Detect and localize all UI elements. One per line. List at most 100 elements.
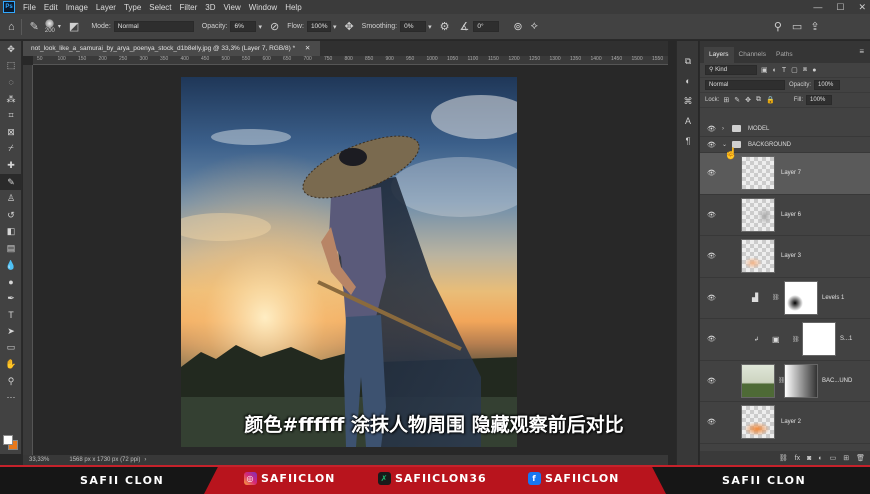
visibility-eye-icon[interactable]: 👁 [707,294,716,302]
clone-stamp-tool-icon[interactable]: ♙ [0,190,22,207]
lasso-tool-icon[interactable]: ◌ [0,74,22,91]
opacity-field[interactable]: 6% [230,21,257,32]
layer-row[interactable]: 👁 Layer 6 [700,195,870,236]
home-icon[interactable]: ⌂ [8,21,15,33]
move-tool-icon[interactable]: ✥ [0,41,22,58]
shape-filter-icon[interactable]: ▢ [791,66,798,74]
smart-object-filter-icon[interactable]: ⧈ [803,66,807,74]
layer-mask-thumbnail[interactable] [802,322,836,357]
layer-style-fx-icon[interactable]: fx [795,455,800,462]
visibility-eye-icon[interactable]: 👁 [707,377,716,385]
minimize-button[interactable]: — [813,0,822,14]
blur-tool-icon[interactable]: 💧 [0,257,22,274]
symmetry-icon[interactable]: ⟡ [531,20,538,33]
menu-edit[interactable]: Edit [40,3,62,12]
crop-tool-icon[interactable]: ⌗ [0,107,22,124]
link-icon[interactable]: ⛓ [772,294,780,301]
add-mask-icon[interactable]: ◙ [807,455,811,462]
delete-layer-icon[interactable]: 🗑 [856,454,865,462]
adjustments-panel-icon[interactable]: ◐ [677,71,699,91]
visibility-eye-icon[interactable]: 👁 [707,335,716,343]
lock-position-icon[interactable]: ✥ [745,96,751,104]
marquee-tool-icon[interactable]: ⬚ [0,58,22,75]
eyedropper-tool-icon[interactable]: ⌿ [0,141,22,158]
chevron-right-icon[interactable]: › [722,126,724,132]
close-tab-icon[interactable]: ✕ [305,45,310,52]
brush-tool-icon[interactable]: ✎ [0,173,22,191]
filter-kind-select[interactable]: ⚲ Kind [705,65,757,75]
frame-tool-icon[interactable]: ⊠ [0,124,22,141]
type-filter-icon[interactable]: T [782,67,786,74]
tab-channels[interactable]: Channels [734,47,771,63]
menu-image[interactable]: Image [62,3,92,12]
layer-row[interactable]: 👁 ☝ Layer 7 [700,148,870,195]
flow-field[interactable]: 100% [306,21,331,32]
chevron-down-icon[interactable]: ▾ [333,23,337,31]
layer-mask-thumbnail[interactable] [784,280,818,315]
menu-layer[interactable]: Layer [92,3,120,12]
visibility-eye-icon[interactable]: 👁 [707,169,716,177]
lock-transparent-icon[interactable]: ⊞ [723,96,729,104]
link-icon[interactable]: ⛓ [792,336,800,343]
character-panel-icon[interactable]: A [677,111,699,131]
chevron-right-icon[interactable]: › [144,457,146,463]
rectangle-tool-icon[interactable]: ▭ [0,340,22,357]
history-brush-tool-icon[interactable]: ↺ [0,207,22,224]
chevron-down-icon[interactable]: ▾ [258,23,262,31]
hand-tool-icon[interactable]: ✋ [0,356,22,373]
brush-preset-picker[interactable]: 200 [45,19,55,34]
visibility-eye-icon[interactable]: 👁 [707,252,716,260]
adjustment-filter-icon[interactable]: ◐ [773,67,777,74]
menu-window[interactable]: Window [245,3,281,12]
brush-tool-icon[interactable]: ✎ [30,20,39,33]
tab-paths[interactable]: Paths [771,47,798,63]
color-swatches[interactable] [3,435,19,451]
new-adjustment-layer-icon[interactable]: ◐ [818,455,822,462]
document-canvas-image[interactable] [181,77,517,447]
dodge-tool-icon[interactable]: ● [0,273,22,290]
panel-menu-icon[interactable]: ≡ [859,47,864,63]
pressure-opacity-icon[interactable]: ⊘ [270,20,279,33]
foreground-color-swatch[interactable] [3,435,13,445]
new-layer-icon[interactable]: ⊞ [843,454,849,462]
layer-row[interactable]: 👁 ⛓ BAC...UND [700,361,870,402]
menu-help[interactable]: Help [281,3,305,12]
menu-type[interactable]: Type [120,3,145,12]
zoom-tool-icon[interactable]: ⚲ [0,373,22,390]
lock-artboard-icon[interactable]: ⧉ [756,96,761,104]
link-layers-icon[interactable]: ⛓ [779,454,788,462]
layer-row[interactable]: 👁 ▟ ⛓ Levels 1 [700,278,870,319]
layer-row[interactable]: 👁 Layer 3 [700,236,870,278]
pixel-filter-icon[interactable]: ▣ [761,66,768,74]
brush-settings-panel-icon[interactable]: ⌘ [677,91,699,111]
chevron-down-icon[interactable]: ▾ [428,23,432,31]
visibility-eye-icon[interactable]: 👁 [707,211,716,219]
filter-toggle-icon[interactable]: ● [812,67,816,74]
tab-layers[interactable]: Layers [704,47,734,63]
mode-select[interactable]: Normal [113,21,194,32]
path-selection-tool-icon[interactable]: ➤ [0,323,22,340]
paragraph-panel-icon[interactable]: ¶ [677,131,699,151]
healing-brush-tool-icon[interactable]: ✚ [0,157,22,174]
workspace-icon[interactable]: ▭ [792,20,802,33]
share-icon[interactable]: ⇪ [810,20,819,33]
pressure-size-icon[interactable]: ⊚ [513,20,522,33]
fill-field[interactable]: 100% [806,95,833,105]
menu-view[interactable]: View [220,3,245,12]
menu-file[interactable]: File [19,3,40,12]
layer-mask-thumbnail[interactable] [784,363,818,398]
smoothing-settings-gear-icon[interactable]: ⚙ [440,20,450,33]
layer-row[interactable]: 👁 Layer 2 [700,402,870,444]
quick-select-tool-icon[interactable]: ⁂ [0,91,22,108]
document-tab[interactable]: not_look_like_a_samurai_by_arya_poenya_s… [23,41,321,56]
layer-row[interactable]: 👁 ↲ ▣ ⛓ S...1 [700,319,870,361]
layer-row[interactable]: 👁 › MODEL [700,121,870,137]
search-icon[interactable]: ⚲ [774,20,782,33]
angle-field[interactable]: 0° [473,21,500,32]
maximize-button[interactable]: ☐ [836,0,844,14]
type-tool-icon[interactable]: T [0,307,22,324]
gradient-tool-icon[interactable]: ▤ [0,240,22,257]
airbrush-icon[interactable]: ✥ [344,20,353,33]
lock-all-icon[interactable]: 🔒 [766,96,775,104]
layer-opacity-field[interactable]: 100% [814,80,841,90]
